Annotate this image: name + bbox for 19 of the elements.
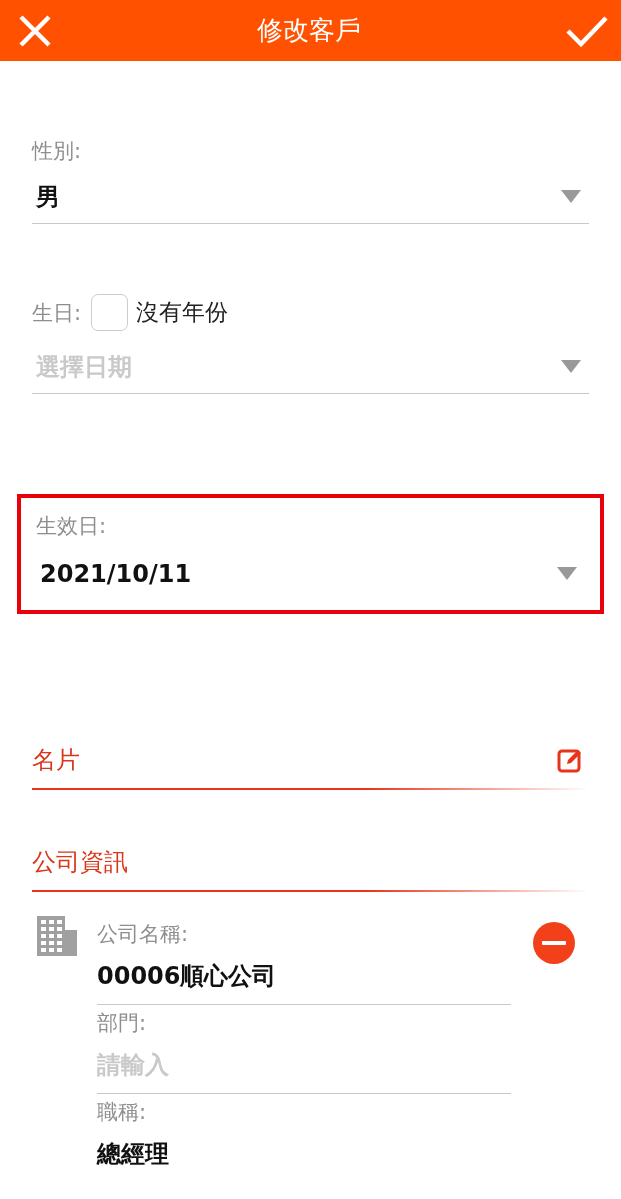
dropdown-arrow-icon[interactable] — [561, 190, 581, 204]
field-label: 生效日: — [36, 513, 108, 540]
dropdown-arrow-icon[interactable] — [557, 567, 577, 581]
text-field[interactable]: 公司名稱: 00006順心公司 — [97, 916, 511, 1005]
field-label: 生日: — [32, 299, 82, 327]
checkbox-label: 沒有年份 — [136, 298, 229, 327]
section-title: 公司資訊 — [32, 847, 128, 878]
remove-icon[interactable] — [533, 922, 575, 964]
page-title: 修改客戶 — [256, 14, 361, 47]
edit-icon[interactable] — [557, 747, 583, 773]
gender-select[interactable]: 男 — [32, 175, 589, 224]
building-icon — [37, 916, 77, 956]
field-label: 性別: — [32, 138, 83, 165]
section-title: 名片 — [32, 745, 80, 776]
text-field[interactable]: 職稱: 總經理 — [97, 1094, 511, 1182]
checkbox[interactable] — [91, 294, 129, 331]
date-select[interactable]: 2021/10/11 — [36, 554, 585, 598]
dropdown-arrow-icon[interactable] — [561, 360, 581, 374]
close-button[interactable] — [18, 13, 52, 48]
